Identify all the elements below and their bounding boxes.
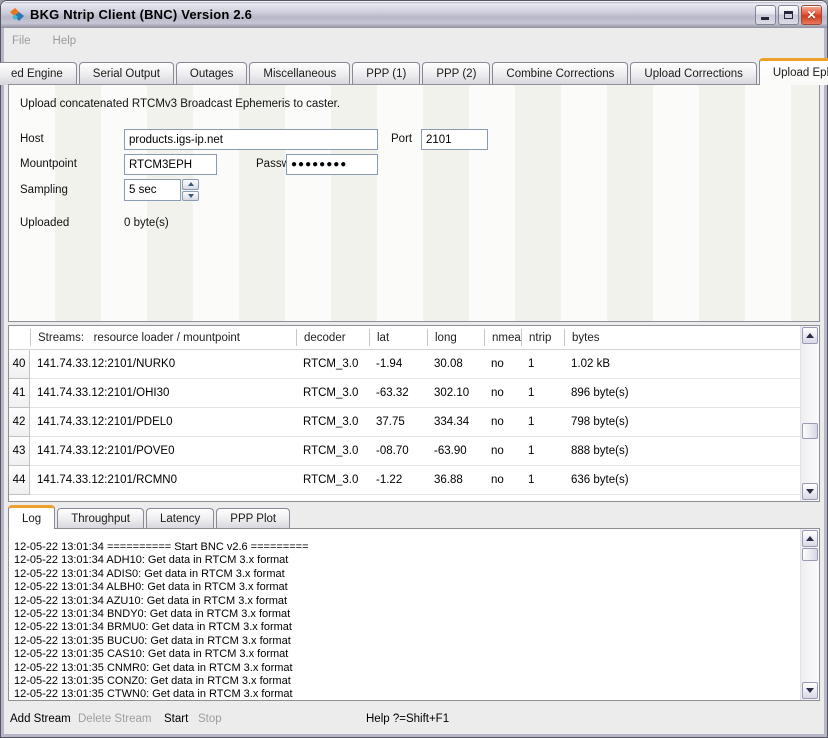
table-row[interactable]: 44 141.74.33.12:2101/RCMN0 RTCM_3.0 -1.2… <box>9 466 800 495</box>
add-stream-button[interactable]: Add Stream <box>10 713 71 725</box>
host-label: Host <box>20 133 44 145</box>
close-button[interactable]: ✕ <box>801 5 822 25</box>
log-line: 12-05-22 13:01:34 ADIS0: Get data in RTC… <box>14 568 800 581</box>
scroll-up-icon <box>806 333 814 338</box>
tab-latency[interactable]: Latency <box>146 508 214 529</box>
log-line: 12-05-22 13:01:34 AZU10: Get data in RTC… <box>14 595 800 608</box>
log-output[interactable]: 12-05-22 13:01:34 ========== Start BNC v… <box>9 529 800 700</box>
scroll-up-button[interactable] <box>802 530 818 547</box>
log-scrollbar[interactable] <box>800 529 819 700</box>
menu-file[interactable]: File <box>12 35 31 47</box>
tab-ppp-2[interactable]: PPP (2) <box>422 62 490 85</box>
uploaded-value: 0 byte(s) <box>124 217 169 229</box>
menu-bar: File Help <box>4 30 824 52</box>
maximize-button[interactable] <box>778 5 799 25</box>
header-decoder[interactable]: decoder <box>296 329 369 346</box>
title-bar[interactable]: BKG Ntrip Client (BNC) Version 2.6 ✕ <box>1 1 827 28</box>
log-line: 12-05-22 13:01:34 ========== Start BNC v… <box>14 541 800 554</box>
scrollbar-thumb[interactable] <box>802 423 818 439</box>
mountpoint-label: Mountpoint <box>20 158 77 170</box>
log-line: 12-05-22 13:01:35 BUCU0: Get data in RTC… <box>14 635 800 648</box>
settings-tab-bar: ed Engine Serial Output Outages Miscella… <box>4 57 824 85</box>
scroll-down-icon <box>806 489 814 494</box>
sampling-input[interactable] <box>124 179 181 201</box>
header-nmea[interactable]: nmea <box>484 329 521 346</box>
tab-upload-ephemeris[interactable]: Upload Ephemeris <box>759 58 828 85</box>
minimize-button[interactable] <box>755 5 776 25</box>
header-lat[interactable]: lat <box>369 329 427 346</box>
log-line: 12-05-22 13:01:35 CONZ0: Get data in RTC… <box>14 675 800 688</box>
header-corner <box>9 326 30 349</box>
panel-description: Upload concatenated RTCMv3 Broadcast Eph… <box>20 98 340 110</box>
host-input[interactable] <box>124 129 378 150</box>
close-icon: ✕ <box>806 9 816 21</box>
header-streams[interactable]: Streams: resource loader / mountpoint <box>30 329 296 346</box>
mountpoint-input[interactable] <box>124 154 217 175</box>
streams-scrollbar[interactable] <box>800 326 819 501</box>
help-hint: Help ?=Shift+F1 <box>366 713 449 725</box>
sampling-label: Sampling <box>20 184 68 196</box>
sampling-down-button[interactable] <box>182 191 199 202</box>
streams-table-body: Streams: resource loader / mountpoint de… <box>9 326 800 501</box>
port-label: Port <box>391 133 412 145</box>
tab-ppp-plot[interactable]: PPP Plot <box>216 508 290 529</box>
log-line: 12-05-22 13:01:34 ADH10: Get data in RTC… <box>14 554 800 567</box>
maximize-icon <box>784 11 793 19</box>
upload-ephemeris-panel: Upload concatenated RTCMv3 Broadcast Eph… <box>8 84 820 322</box>
stop-button[interactable]: Stop <box>198 713 222 725</box>
streams-table-header: Streams: resource loader / mountpoint de… <box>9 326 800 350</box>
tab-serial-output[interactable]: Serial Output <box>79 62 174 85</box>
scrollbar-thumb[interactable] <box>802 548 818 561</box>
log-line: 12-05-22 13:01:35 CTWN0: Get data in RTC… <box>14 688 800 700</box>
spinner-up-icon <box>188 182 194 186</box>
header-long[interactable]: long <box>427 329 484 346</box>
minimize-icon <box>761 17 769 20</box>
port-input[interactable] <box>421 129 488 150</box>
scroll-down-button[interactable] <box>802 682 818 699</box>
header-bytes[interactable]: bytes <box>564 329 800 346</box>
log-line: 12-05-22 13:01:34 ALBH0: Get data in RTC… <box>14 581 800 594</box>
header-ntrip[interactable]: ntrip <box>521 329 564 346</box>
tab-ppp-1[interactable]: PPP (1) <box>352 62 420 85</box>
table-row[interactable]: 42 141.74.33.12:2101/PDEL0 RTCM_3.0 37.7… <box>9 408 800 437</box>
delete-stream-button[interactable]: Delete Stream <box>78 713 152 725</box>
menu-help[interactable]: Help <box>53 35 77 47</box>
spinner-down-icon <box>188 194 194 198</box>
tab-throughput[interactable]: Throughput <box>57 508 144 529</box>
table-row[interactable]: 41 141.74.33.12:2101/OHI30 RTCM_3.0 -63.… <box>9 379 800 408</box>
sampling-up-button[interactable] <box>182 179 199 190</box>
table-row[interactable]: 40 141.74.33.12:2101/NURK0 RTCM_3.0 -1.9… <box>9 350 800 379</box>
log-line: 12-05-22 13:01:35 CAS10: Get data in RTC… <box>14 648 800 661</box>
streams-table: Streams: resource loader / mountpoint de… <box>8 325 820 502</box>
log-line: 12-05-22 13:01:34 BNDY0: Get data in RTC… <box>14 608 800 621</box>
start-button[interactable]: Start <box>164 713 188 725</box>
tab-feed-engine[interactable]: ed Engine <box>0 62 77 85</box>
password-input[interactable] <box>286 154 378 175</box>
log-panel: 12-05-22 13:01:34 ========== Start BNC v… <box>8 528 820 701</box>
table-row[interactable]: 43 141.74.33.12:2101/POVE0 RTCM_3.0 -08.… <box>9 437 800 466</box>
scroll-up-icon <box>806 536 814 541</box>
tab-log[interactable]: Log <box>8 505 55 529</box>
scroll-down-button[interactable] <box>802 483 818 500</box>
uploaded-label: Uploaded <box>20 217 69 229</box>
bottom-toolbar: Add Stream Delete Stream Start Stop Help… <box>4 705 824 734</box>
tab-outages[interactable]: Outages <box>176 62 247 85</box>
scroll-up-button[interactable] <box>802 327 818 344</box>
app-window: BKG Ntrip Client (BNC) Version 2.6 ✕ Fil… <box>0 0 828 738</box>
scroll-down-icon <box>806 688 814 693</box>
log-line: 12-05-22 13:01:35 CNMR0: Get data in RTC… <box>14 662 800 675</box>
log-line: 12-05-22 13:01:34 BRMU0: Get data in RTC… <box>14 621 800 634</box>
output-tab-bar: Log Throughput Latency PPP Plot <box>8 505 292 529</box>
tab-miscellaneous[interactable]: Miscellaneous <box>249 62 350 85</box>
sampling-spinner[interactable] <box>124 179 199 201</box>
tab-upload-corrections[interactable]: Upload Corrections <box>630 62 756 85</box>
window-title: BKG Ntrip Client (BNC) Version 2.6 <box>30 7 252 22</box>
app-icon <box>8 7 26 23</box>
tab-combine-corrections[interactable]: Combine Corrections <box>492 62 628 85</box>
